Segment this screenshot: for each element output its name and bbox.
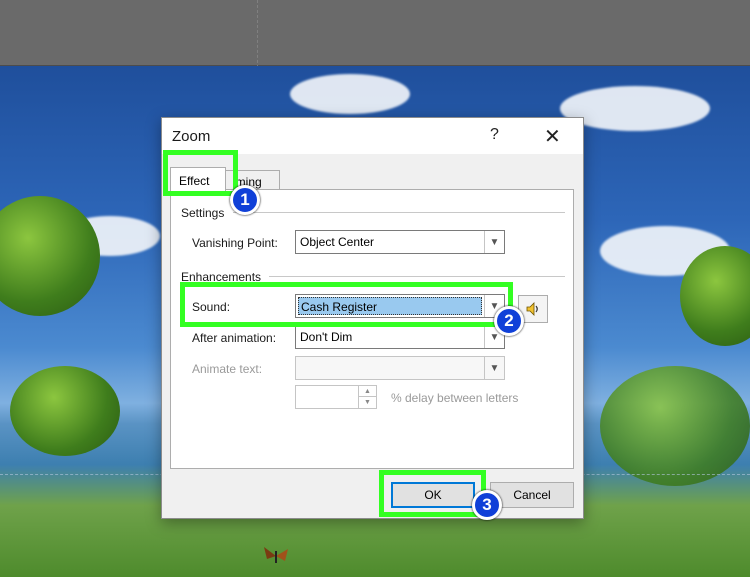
cloud bbox=[290, 74, 410, 114]
butterfly-image bbox=[264, 547, 288, 563]
vanishing-point-label: Vanishing Point: bbox=[192, 236, 278, 250]
tab-effect-label: Effect bbox=[179, 174, 210, 188]
dialog-titlebar[interactable]: Zoom ? ✕ bbox=[162, 118, 583, 154]
animate-text-label: Animate text: bbox=[192, 362, 263, 376]
chevron-down-icon[interactable]: ▼ bbox=[484, 231, 504, 253]
spin-up-icon[interactable]: ▲ bbox=[359, 386, 376, 397]
ribbon-area bbox=[0, 0, 750, 66]
vanishing-point-dropdown[interactable]: Object Center ▼ bbox=[295, 230, 505, 254]
close-icon[interactable]: ✕ bbox=[544, 124, 561, 149]
after-animation-value: Don't Dim bbox=[300, 330, 353, 344]
vanishing-point-value: Object Center bbox=[300, 235, 375, 249]
after-animation-dropdown[interactable]: Don't Dim ▼ bbox=[295, 325, 505, 349]
tree bbox=[0, 196, 100, 316]
chevron-down-icon[interactable]: ▼ bbox=[484, 357, 504, 379]
enhancements-divider bbox=[269, 276, 565, 277]
tab-effect[interactable]: Effect bbox=[170, 167, 226, 191]
step-badge-2: 2 bbox=[494, 306, 524, 336]
spinner-buttons[interactable]: ▲ ▼ bbox=[358, 386, 376, 408]
step-badge-1: 1 bbox=[230, 185, 260, 215]
after-animation-label: After animation: bbox=[192, 331, 277, 345]
highlight-ok-button bbox=[379, 470, 486, 517]
tree bbox=[10, 366, 120, 456]
settings-divider bbox=[233, 212, 565, 213]
settings-group-label: Settings bbox=[181, 206, 225, 220]
delay-between-letters-label: % delay between letters bbox=[391, 391, 519, 405]
step-badge-3: 3 bbox=[472, 490, 502, 520]
delay-spinner[interactable]: ▲ ▼ bbox=[295, 385, 377, 409]
help-button[interactable]: ? bbox=[490, 126, 499, 144]
cancel-button[interactable]: Cancel bbox=[490, 482, 574, 508]
animate-text-dropdown[interactable]: ▼ bbox=[295, 356, 505, 380]
dialog-title: Zoom bbox=[172, 128, 211, 145]
spin-down-icon[interactable]: ▼ bbox=[359, 397, 376, 408]
speaker-icon bbox=[526, 302, 538, 316]
highlight-sound-row bbox=[180, 282, 513, 327]
tree bbox=[600, 366, 750, 486]
